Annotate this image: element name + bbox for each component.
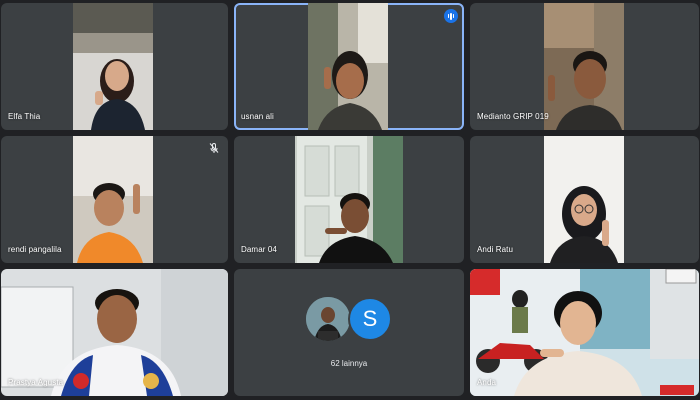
participant-thumbnail [306, 297, 350, 341]
participant-video [470, 269, 699, 396]
speaking-indicator-icon [444, 9, 458, 23]
participant-tile-prastya-agusta[interactable]: Prastya Agusta [1, 269, 228, 396]
participant-video [73, 136, 153, 263]
participant-tile-usnan-ali[interactable]: usnan ali [234, 3, 464, 130]
participant-video [295, 136, 403, 263]
participant-video [544, 3, 624, 130]
participant-name: Anda [477, 378, 497, 387]
participant-name: Andi Ratu [477, 245, 514, 254]
participant-name: Prastya Agusta [8, 378, 64, 387]
others-count-label: 62 lainnya [330, 359, 368, 368]
participant-tile-andi-ratu[interactable]: Andi Ratu [470, 136, 699, 263]
participant-tile-damar-04[interactable]: Damar 04 [234, 136, 464, 263]
participant-name: Medianto GRIP 019 [477, 112, 549, 121]
participant-tile-rendi-pangalila[interactable]: rendi pangalila [1, 136, 228, 263]
participant-name: Damar 04 [241, 245, 277, 254]
participant-video [73, 3, 153, 130]
participant-avatar: S [348, 297, 392, 341]
participant-name: rendi pangalila [8, 245, 62, 254]
participant-video [544, 136, 624, 263]
others-tile[interactable]: S 62 lainnya [234, 269, 464, 396]
participant-name: usnan ali [241, 112, 274, 121]
avatar-letter: S [362, 306, 378, 331]
participant-video [308, 3, 388, 130]
participant-tile-elfa-thia[interactable]: Elfa Thia [1, 3, 228, 130]
participant-name: Elfa Thia [8, 112, 41, 121]
participant-video [1, 269, 228, 396]
microphone-muted-icon [209, 143, 219, 153]
participant-tile-medianto[interactable]: Medianto GRIP 019 [470, 3, 699, 130]
participant-tile-anda[interactable]: Anda [470, 269, 699, 396]
